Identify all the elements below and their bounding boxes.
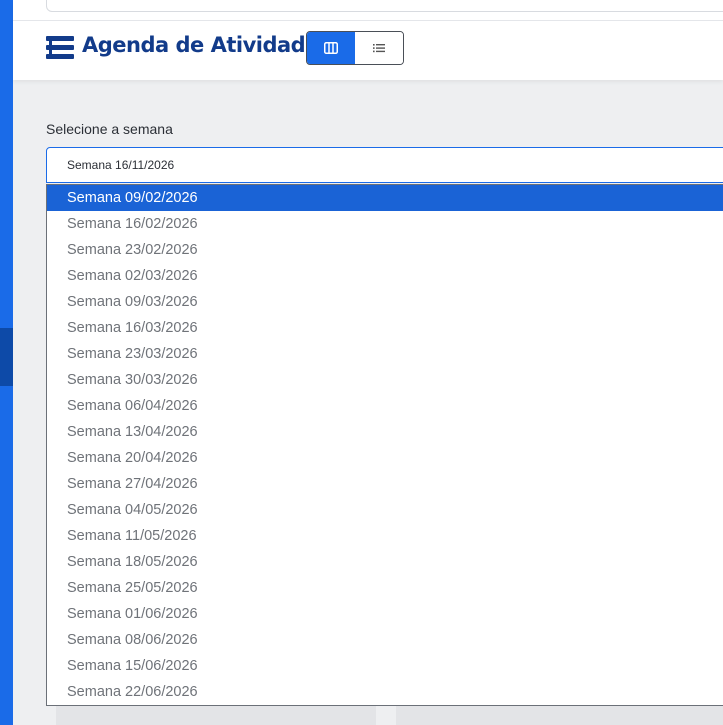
week-option[interactable]: Semana 09/03/2026 — [47, 289, 723, 315]
week-option[interactable]: Semana 09/02/2026 — [47, 185, 723, 211]
top-search-input[interactable] — [46, 0, 723, 12]
week-dropdown-list: Semana 09/02/2026 Semana 16/02/2026 Sema… — [46, 184, 723, 706]
week-option[interactable]: Semana 18/05/2026 — [47, 549, 723, 575]
week-select-label: Selecione a semana — [46, 121, 173, 137]
week-select[interactable]: Semana 16/11/2026 — [46, 147, 723, 183]
week-option[interactable]: Semana 13/04/2026 — [47, 419, 723, 445]
schedule-column-card — [396, 706, 723, 725]
schedule-column-card — [56, 706, 376, 725]
week-option[interactable]: Semana 22/06/2026 — [47, 679, 723, 705]
week-option[interactable]: Semana 16/02/2026 — [47, 211, 723, 237]
list-bars-icon — [46, 36, 74, 60]
week-option[interactable]: Semana 04/05/2026 — [47, 497, 723, 523]
view-toggle — [306, 31, 404, 65]
page-title: Agenda de Atividades — [82, 33, 331, 57]
week-option[interactable]: Semana 23/03/2026 — [47, 341, 723, 367]
week-option[interactable]: Semana 23/02/2026 — [47, 237, 723, 263]
week-option[interactable]: Semana 08/06/2026 — [47, 627, 723, 653]
week-option[interactable]: Semana 01/06/2026 — [47, 601, 723, 627]
columns-icon — [324, 42, 338, 54]
week-option[interactable]: Semana 30/03/2026 — [47, 367, 723, 393]
week-option[interactable]: Semana 27/04/2026 — [47, 471, 723, 497]
list-view-button[interactable] — [355, 32, 403, 64]
week-option[interactable]: Semana 11/05/2026 — [47, 523, 723, 549]
week-option[interactable]: Semana 20/04/2026 — [47, 445, 723, 471]
columns-view-button[interactable] — [307, 32, 355, 64]
week-option[interactable]: Semana 25/05/2026 — [47, 575, 723, 601]
list-icon — [373, 44, 385, 53]
sidebar-active-indicator — [0, 328, 13, 386]
week-option[interactable]: Semana 06/04/2026 — [47, 393, 723, 419]
header-divider — [13, 20, 723, 21]
week-option[interactable]: Semana 15/06/2026 — [47, 653, 723, 679]
week-option[interactable]: Semana 02/03/2026 — [47, 263, 723, 289]
week-select-value: Semana 16/11/2026 — [67, 158, 175, 172]
week-option[interactable]: Semana 16/03/2026 — [47, 315, 723, 341]
